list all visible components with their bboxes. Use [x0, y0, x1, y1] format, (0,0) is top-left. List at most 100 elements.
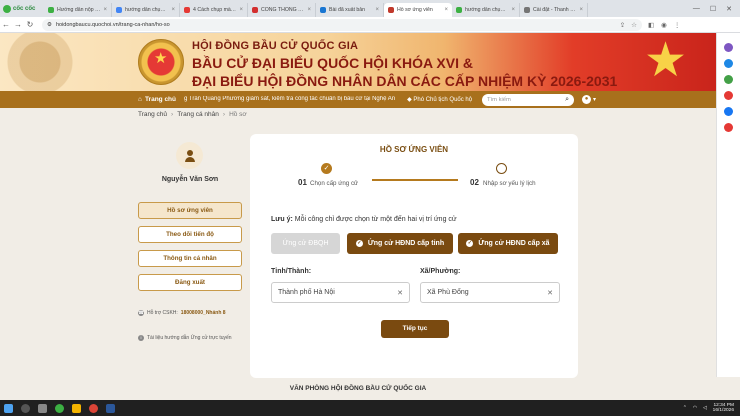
- site-banner: ★ ★ HỘI ĐỒNG BẦU CỬ QUỐC GIA BẦU CỬ ĐẠI …: [0, 33, 716, 91]
- province-value: Thành phố Hà Nội: [278, 289, 335, 296]
- file-explorer-icon[interactable]: [72, 403, 81, 413]
- system-tray: ⌃ ◠ ◁ 12:34 PM 16/1/2026: [683, 403, 740, 414]
- tab-close-icon[interactable]: ×: [307, 7, 311, 13]
- forward-icon[interactable]: →: [12, 20, 24, 29]
- home-icon: ⌂: [138, 96, 142, 103]
- chevron-up-icon[interactable]: ⌃: [683, 406, 687, 411]
- phone-icon: ☎: [138, 310, 144, 316]
- note-prefix: Lưu ý:: [271, 216, 293, 223]
- check-icon: ✓: [466, 240, 474, 247]
- task-view-icon[interactable]: [38, 403, 47, 413]
- nav-home[interactable]: ⌂ Trang chủ: [0, 96, 176, 103]
- back-icon[interactable]: ←: [0, 20, 12, 29]
- word-icon[interactable]: [106, 403, 115, 413]
- browser-tab[interactable]: Bài đã xuất bản ×: [316, 3, 384, 17]
- wifi-icon[interactable]: ◠: [693, 406, 697, 411]
- clear-icon[interactable]: ✕: [547, 289, 553, 297]
- option-hdnd-province-button[interactable]: ✓ Ứng cử HĐND cấp tỉnh: [347, 233, 453, 254]
- breadcrumb-profile[interactable]: Trang cá nhân: [177, 111, 219, 118]
- guide-label: Tài liệu hướng dẫn Ứng cử trực tuyến: [147, 335, 232, 341]
- clock[interactable]: 12:34 PM 16/1/2026: [713, 403, 734, 414]
- search-icon[interactable]: ⌕: [565, 96, 569, 104]
- url-bar[interactable]: ⚙ hoidongbaucu.quochoi.vn/trang-ca-nhan/…: [42, 18, 642, 31]
- hotline-label: Hỗ trợ CSKH:: [147, 310, 178, 316]
- breadcrumb-current: Hồ sơ: [229, 111, 247, 118]
- chevron-right-icon: ›: [222, 111, 226, 118]
- council-title: HỘI ĐỒNG BẦU CỬ QUỐC GIA: [192, 40, 359, 52]
- menu-candidate-profile[interactable]: Hồ sơ ứng viên: [138, 202, 242, 219]
- browser-tab[interactable]: Hồ sơ ứng viên ×: [384, 3, 452, 17]
- site-search-input[interactable]: Tìm kiếm ⌕: [482, 93, 574, 106]
- messenger-icon[interactable]: [724, 59, 733, 68]
- check-icon: ✓: [355, 240, 363, 247]
- hotline: ☎ Hỗ trợ CSKH: 18008000_Nhánh 8: [138, 310, 226, 316]
- step1-check-icon: ✓: [321, 163, 332, 174]
- menu-logout[interactable]: Đăng xuất: [138, 274, 242, 291]
- minimize-icon[interactable]: —: [693, 5, 700, 13]
- tab-close-icon[interactable]: ×: [239, 7, 243, 13]
- tab-title: Bài đã xuất bản: [329, 7, 366, 13]
- tab-close-icon[interactable]: ×: [579, 7, 583, 13]
- close-window-icon[interactable]: ✕: [726, 5, 732, 13]
- ward-select[interactable]: Xã Phù Đổng ✕: [420, 282, 560, 303]
- option-hdnd-commune-button[interactable]: ✓ Ứng cử HĐND cấp xã: [458, 233, 558, 254]
- hotline-number[interactable]: 18008000_Nhánh 8: [181, 310, 226, 316]
- start-icon[interactable]: [4, 403, 13, 413]
- profile-icon[interactable]: ◉: [661, 21, 667, 29]
- browser-tab[interactable]: 4 Cách chụp màn hình m×: [180, 3, 248, 17]
- tab-favicon-icon: [48, 7, 54, 13]
- menu-personal-info[interactable]: Thông tin cá nhân: [138, 250, 242, 267]
- tab-close-icon[interactable]: ×: [103, 7, 107, 13]
- url-text: hoidongbaucu.quochoi.vn/trang-ca-nhan/ho…: [55, 21, 170, 28]
- chat-icon[interactable]: [724, 75, 733, 84]
- tab-close-icon[interactable]: ×: [511, 7, 515, 13]
- shopping-icon[interactable]: [724, 123, 733, 132]
- clock-date: 16/1/2026: [712, 408, 734, 413]
- clear-icon[interactable]: ✕: [397, 289, 403, 297]
- search-placeholder: Tìm kiếm: [487, 96, 511, 103]
- site-info-icon[interactable]: ⚙: [47, 22, 52, 28]
- tab-close-icon[interactable]: ×: [171, 7, 175, 13]
- province-select[interactable]: Thành phố Hà Nội ✕: [271, 282, 410, 303]
- user-menu[interactable]: ● ▾: [582, 95, 596, 104]
- browser-tab-bar: cốc cốc Hướng dẫn nộp hồ sơ và×hướng dẫn…: [0, 0, 740, 17]
- flag-star-icon: ★: [644, 34, 688, 87]
- option-dbqh-button[interactable]: Ứng cử ĐBQH: [271, 233, 340, 254]
- continue-button[interactable]: Tiếp tục: [381, 320, 449, 338]
- menu-track-progress[interactable]: Theo dõi tiến độ: [138, 226, 242, 243]
- volume-icon[interactable]: ◁: [703, 406, 707, 411]
- step2-label: Nhập sơ yếu lý lịch: [483, 180, 536, 187]
- extension-icon[interactable]: ◧: [648, 21, 654, 29]
- ticker-item[interactable]: g Trần Quang Phương giám sát, kiểm tra c…: [184, 96, 395, 103]
- chrome-icon[interactable]: [89, 403, 98, 413]
- browser-tab[interactable]: CỔNG THÔNG TIN ĐIỆN×: [248, 3, 316, 17]
- tab-title: hướng dẫn chụp màn hình: [125, 7, 168, 13]
- facebook-icon[interactable]: [724, 107, 733, 116]
- ticker-item-2[interactable]: ◆ Phó Chủ tịch Quốc hộ: [407, 96, 472, 103]
- avatar: [176, 142, 203, 169]
- bookmark-star-icon[interactable]: ☆: [631, 21, 637, 29]
- guide-link[interactable]: i Tài liệu hướng dẫn Ứng cử trực tuyến: [138, 335, 232, 341]
- tab-close-icon[interactable]: ×: [375, 7, 379, 13]
- news-ticker[interactable]: g Trần Quang Phương giám sát, kiểm tra c…: [184, 96, 474, 103]
- browser-tab[interactable]: Hướng dẫn nộp hồ sơ và×: [44, 3, 112, 17]
- browser-tab[interactable]: Cài đặt - Thanh tiến ×: [520, 3, 588, 17]
- browser-brand[interactable]: cốc cốc: [0, 0, 44, 17]
- ai-assistant-icon[interactable]: [724, 43, 733, 52]
- breadcrumb-home[interactable]: Trang chủ: [138, 111, 167, 118]
- selection-note: Lưu ý: Mỗi công chỉ được chọn từ một đến…: [271, 216, 457, 223]
- browser-tab[interactable]: hướng dẫn chụp màn hình×: [112, 3, 180, 17]
- reload-icon[interactable]: ↻: [24, 20, 36, 29]
- tab-favicon-icon: [388, 7, 394, 13]
- tab-favicon-icon: [456, 7, 462, 13]
- profile-sidebar: Nguyễn Văn Sơn Hồ sơ ứng viên Theo dõi t…: [138, 124, 242, 374]
- coccoc-icon[interactable]: [55, 403, 64, 413]
- menu-icon[interactable]: ⋮: [674, 21, 681, 29]
- maximize-icon[interactable]: ☐: [710, 5, 716, 13]
- share-icon[interactable]: ⇪: [620, 21, 625, 29]
- youtube-icon[interactable]: [724, 91, 733, 100]
- tab-close-icon[interactable]: ×: [444, 7, 448, 13]
- search-icon[interactable]: [21, 403, 30, 413]
- tab-favicon-icon: [252, 7, 258, 13]
- browser-tab[interactable]: hướng dẫn chụp màn hình×: [452, 3, 520, 17]
